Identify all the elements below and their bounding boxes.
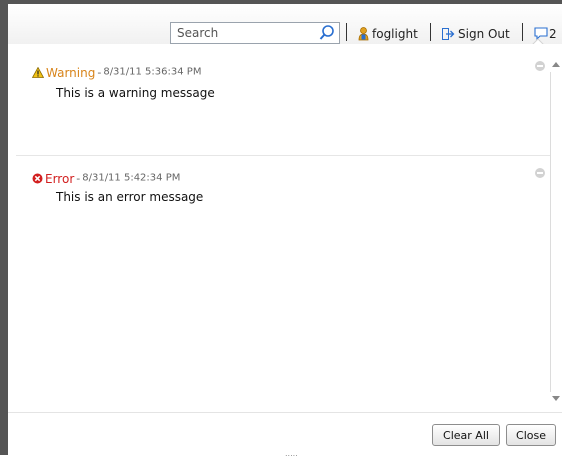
error-icon	[32, 173, 43, 184]
list-item: Warning -8/31/11 5:36:34 PM This is a war…	[16, 44, 558, 156]
username-label: foglight	[372, 26, 418, 41]
search-input[interactable]	[171, 23, 317, 43]
message-severity: Error	[45, 171, 75, 186]
dismiss-icon[interactable]	[535, 61, 545, 71]
scroll-track[interactable]	[550, 72, 562, 392]
warning-icon	[32, 67, 44, 78]
user-icon	[358, 26, 369, 40]
dialog-footer: Clear All Close .....	[8, 412, 562, 458]
message-text: This is a warning message	[56, 86, 215, 100]
message-severity: Warning	[46, 65, 96, 80]
sign-out-icon	[442, 27, 455, 40]
separator	[522, 23, 523, 41]
dismiss-icon[interactable]	[535, 168, 545, 178]
search-icon[interactable]	[318, 24, 336, 42]
scroll-up-arrow-icon[interactable]	[552, 62, 560, 67]
clear-all-button[interactable]: Clear All	[432, 424, 500, 446]
message-list: Warning -8/31/11 5:36:34 PM This is a war…	[8, 44, 558, 426]
sign-out-label: Sign Out	[458, 26, 510, 41]
window-frame-left	[0, 0, 8, 455]
message-count: 2	[549, 26, 557, 41]
list-item: Error -8/31/11 5:42:34 PM This is an erro…	[16, 156, 558, 266]
message-timestamp: 8/31/11 5:42:34 PM	[82, 172, 181, 184]
top-toolbar: foglight Sign Out 2	[8, 4, 562, 45]
close-button[interactable]: Close	[506, 424, 556, 446]
message-timestamp: 8/31/11 5:36:34 PM	[103, 66, 202, 78]
sign-out-link[interactable]: Sign Out	[442, 24, 510, 42]
search-box[interactable]	[170, 22, 340, 44]
vertical-scrollbar[interactable]	[550, 44, 562, 412]
separator	[430, 23, 431, 41]
separator	[346, 23, 347, 41]
message-text: This is an error message	[56, 190, 204, 204]
user-menu[interactable]: foglight	[358, 24, 418, 42]
resize-grip[interactable]: .....	[285, 450, 298, 458]
scroll-down-arrow-icon[interactable]	[552, 396, 560, 401]
